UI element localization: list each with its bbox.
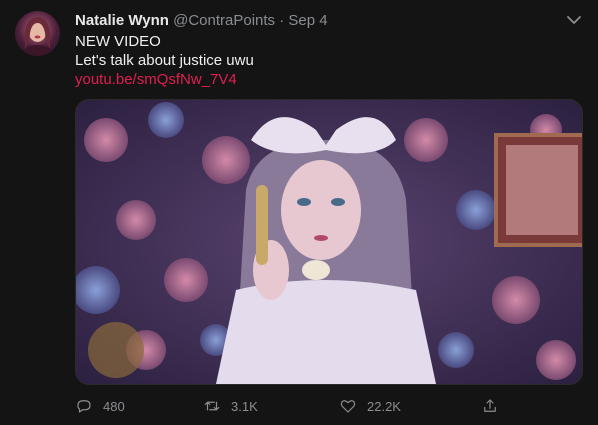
- share-icon: [484, 399, 496, 412]
- rose: [404, 118, 448, 162]
- bouquet: [88, 322, 144, 378]
- reply-icon: [77, 400, 91, 413]
- rose: [536, 340, 576, 380]
- rose: [116, 200, 156, 240]
- avatar[interactable]: [15, 11, 60, 56]
- rose: [164, 258, 208, 302]
- action-bar: 480 3.1K 22.2K: [75, 394, 583, 418]
- retweet-button[interactable]: 3.1K: [203, 394, 258, 418]
- rose: [202, 136, 250, 184]
- author-handle[interactable]: @ContraPoints: [173, 12, 275, 29]
- heart-icon: [340, 400, 356, 413]
- chevron-down-icon[interactable]: [564, 10, 584, 30]
- rose: [84, 118, 128, 162]
- reply-button[interactable]: 480: [75, 394, 125, 418]
- like-count: 22.2K: [367, 398, 401, 414]
- tweet-date[interactable]: Sep 4: [288, 12, 327, 29]
- media-thumbnail[interactable]: [75, 99, 583, 385]
- separator: ·: [279, 12, 285, 29]
- like-button[interactable]: 22.2K: [339, 394, 401, 418]
- tweet-text-line1: NEW VIDEO: [75, 33, 161, 50]
- retweet-count: 3.1K: [231, 398, 258, 414]
- person-face: [281, 160, 361, 260]
- retweet-icon: [204, 401, 220, 411]
- tweet-header: Natalie Wynn @ContraPoints · Sep 4: [75, 11, 328, 31]
- rose: [438, 332, 474, 368]
- share-button[interactable]: [481, 394, 499, 418]
- tweet-text-line2: Let's talk about justice uwu: [75, 52, 254, 69]
- rose: [492, 276, 540, 324]
- reply-count: 480: [103, 398, 125, 414]
- author-name[interactable]: Natalie Wynn: [75, 12, 169, 29]
- person-dress: [216, 280, 436, 384]
- tweet[interactable]: Natalie Wynn @ContraPoints · Sep 4 NEW V…: [0, 0, 598, 425]
- rose: [148, 102, 184, 138]
- video-link[interactable]: youtu.be/smQsfNw_7V4: [75, 70, 237, 90]
- telephone: [256, 185, 268, 265]
- rose: [456, 190, 496, 230]
